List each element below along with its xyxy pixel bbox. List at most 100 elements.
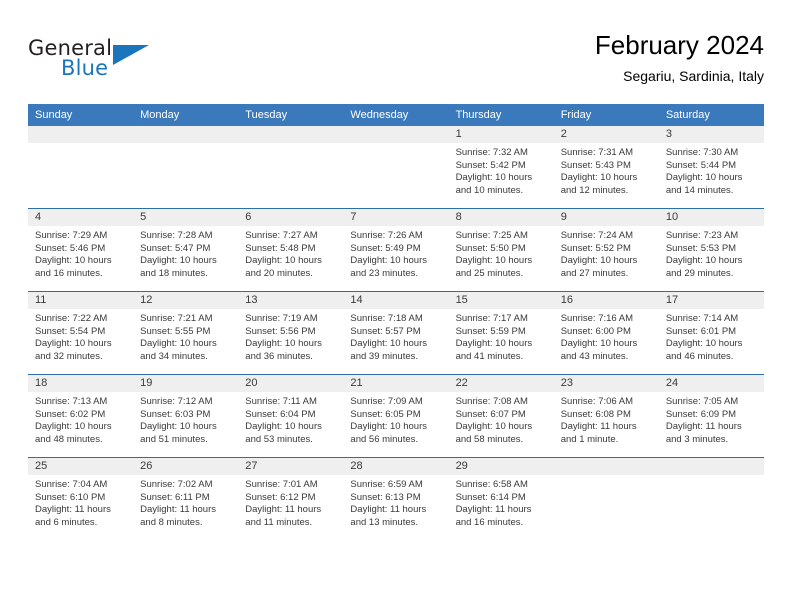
day-details: Sunrise: 6:59 AM Sunset: 6:13 PM Daylight:… xyxy=(343,475,448,529)
calendar-cell-day[interactable]: 3 Sunrise: 7:30 AM Sunset: 5:44 PM Daylight… xyxy=(658,126,764,209)
calendar-cell-day[interactable]: 17 Sunrise: 7:14 AM Sunset: 6:01 PM Dayligh… xyxy=(658,291,764,375)
sunrise-text: Sunrise: 7:30 AM xyxy=(665,147,739,158)
calendar-cell-day[interactable]: 6 Sunrise: 7:27 AM Sunset: 5:48 PM Daylight… xyxy=(238,208,344,292)
day-details: Sunrise: 7:14 AM Sunset: 6:01 PM Daylight:… xyxy=(659,309,764,363)
calendar-week-row: 18 Sunrise: 7:13 AM Sunset: 6:02 PM Dayligh… xyxy=(28,374,764,458)
day-details: Sunrise: 7:23 AM Sunset: 5:53 PM Daylight:… xyxy=(659,226,764,280)
sunrise-text: Sunrise: 7:19 AM xyxy=(245,313,318,324)
calendar-cell-empty xyxy=(553,457,659,540)
sunset-text: Sunset: 5:57 PM xyxy=(350,325,421,337)
day-number: 11 xyxy=(28,292,134,309)
calendar-cell-day[interactable]: 21 Sunrise: 7:09 AM Sunset: 6:05 PM Dayligh… xyxy=(343,374,449,458)
brand-triangle-icon xyxy=(113,45,149,65)
calendar-cell-day[interactable]: 15 Sunrise: 7:17 AM Sunset: 5:59 PM Dayligh… xyxy=(448,291,554,375)
calendar-cell-day[interactable]: 23 Sunrise: 7:06 AM Sunset: 6:08 PM Dayligh… xyxy=(553,374,659,458)
sunset-text: Sunset: 6:08 PM xyxy=(560,408,631,420)
sunrise-text: Sunrise: 7:31 AM xyxy=(560,147,634,158)
day-details: Sunrise: 7:31 AM Sunset: 5:43 PM Daylight:… xyxy=(554,143,659,197)
sunrise-text: Sunrise: 7:05 AM xyxy=(665,396,739,407)
daylight-text: Daylight: 10 hours xyxy=(560,172,638,184)
sunset-text: Sunset: 5:53 PM xyxy=(665,242,737,254)
calendar-cell-day[interactable]: 2 Sunrise: 7:31 AM Sunset: 5:43 PM Daylight… xyxy=(553,126,659,209)
calendar-cell-empty xyxy=(658,457,764,540)
day-details: Sunrise: 7:06 AM Sunset: 6:08 PM Daylight:… xyxy=(554,392,659,446)
calendar-cell-day[interactable]: 16 Sunrise: 7:16 AM Sunset: 6:00 PM Dayligh… xyxy=(553,291,659,375)
day-number: 22 xyxy=(448,375,554,392)
daylight-text-cont: and 14 minutes. xyxy=(665,184,734,196)
calendar-week-row: 11 Sunrise: 7:22 AM Sunset: 5:54 PM Dayligh… xyxy=(28,291,764,375)
daylight-text: Daylight: 10 hours xyxy=(245,255,322,267)
calendar-cell-day[interactable]: 26 Sunrise: 7:02 AM Sunset: 6:11 PM Dayligh… xyxy=(133,457,239,540)
calendar-cell-day[interactable]: 18 Sunrise: 7:13 AM Sunset: 6:02 PM Dayligh… xyxy=(28,374,134,458)
day-details xyxy=(238,143,343,147)
sunset-text: Sunset: 5:42 PM xyxy=(455,159,526,171)
daylight-text-cont: and 10 minutes. xyxy=(455,184,524,196)
sunset-text: Sunset: 6:09 PM xyxy=(665,408,737,420)
calendar-cell-day[interactable]: 1 Sunrise: 7:32 AM Sunset: 5:42 PM Daylight… xyxy=(448,126,554,209)
calendar-cell-day[interactable]: 19 Sunrise: 7:12 AM Sunset: 6:03 PM Dayligh… xyxy=(133,374,239,458)
day-number: 7 xyxy=(343,209,449,226)
day-number: 12 xyxy=(133,292,239,309)
calendar-cell-day[interactable]: 13 Sunrise: 7:19 AM Sunset: 5:56 PM Dayligh… xyxy=(238,291,344,375)
sunset-text: Sunset: 5:48 PM xyxy=(245,242,316,254)
calendar-cell-day[interactable]: 5 Sunrise: 7:28 AM Sunset: 5:47 PM Daylight… xyxy=(133,208,239,292)
day-details: Sunrise: 7:21 AM Sunset: 5:55 PM Daylight:… xyxy=(133,309,238,363)
calendar-cell-empty xyxy=(238,126,344,209)
sunset-text: Sunset: 5:54 PM xyxy=(35,325,106,337)
day-details: Sunrise: 7:01 AM Sunset: 6:12 PM Daylight:… xyxy=(238,475,343,529)
daylight-text-cont: and 58 minutes. xyxy=(455,433,524,445)
daylight-text-cont: and 16 minutes. xyxy=(455,516,524,528)
calendar-cell-day[interactable]: 29 Sunrise: 6:58 AM Sunset: 6:14 PM Dayligh… xyxy=(448,457,554,540)
daylight-text-cont: and 34 minutes. xyxy=(140,350,208,362)
calendar-cell-day[interactable]: 22 Sunrise: 7:08 AM Sunset: 6:07 PM Dayligh… xyxy=(448,374,554,458)
day-number: 8 xyxy=(448,209,554,226)
calendar-cell-day[interactable]: 8 Sunrise: 7:25 AM Sunset: 5:50 PM Daylight… xyxy=(448,208,554,292)
day-number: 29 xyxy=(448,458,554,475)
sunset-text: Sunset: 5:49 PM xyxy=(350,242,421,254)
daylight-text-cont: and 1 minute. xyxy=(560,433,619,445)
day-details: Sunrise: 7:09 AM Sunset: 6:05 PM Daylight:… xyxy=(343,392,448,446)
calendar-cell-day[interactable]: 4 Sunrise: 7:29 AM Sunset: 5:46 PM Daylight… xyxy=(28,208,134,292)
day-number xyxy=(343,126,449,143)
calendar-week-row: 4 Sunrise: 7:29 AM Sunset: 5:46 PM Daylight… xyxy=(28,208,764,292)
sunrise-text: Sunrise: 6:59 AM xyxy=(350,479,423,490)
calendar-cell-empty xyxy=(28,126,134,209)
calendar-cell-day[interactable]: 24 Sunrise: 7:05 AM Sunset: 6:09 PM Dayligh… xyxy=(658,374,764,458)
calendar-cell-day[interactable]: 12 Sunrise: 7:21 AM Sunset: 5:55 PM Dayligh… xyxy=(133,291,239,375)
day-details xyxy=(659,475,764,479)
daylight-text-cont: and 46 minutes. xyxy=(665,350,734,362)
calendar-cell-day[interactable]: 28 Sunrise: 6:59 AM Sunset: 6:13 PM Dayligh… xyxy=(343,457,449,540)
sunset-text: Sunset: 6:03 PM xyxy=(140,408,211,420)
sunset-text: Sunset: 6:11 PM xyxy=(140,491,210,503)
sunrise-text: Sunrise: 7:14 AM xyxy=(665,313,739,324)
calendar-cell-day[interactable]: 14 Sunrise: 7:18 AM Sunset: 5:57 PM Dayligh… xyxy=(343,291,449,375)
daylight-text: Daylight: 11 hours xyxy=(245,504,322,516)
sunrise-text: Sunrise: 7:27 AM xyxy=(245,230,318,241)
daylight-text-cont: and 8 minutes. xyxy=(140,516,203,528)
daylight-text: Daylight: 10 hours xyxy=(245,338,322,350)
calendar-cell-day[interactable]: 25 Sunrise: 7:04 AM Sunset: 6:10 PM Dayligh… xyxy=(28,457,134,540)
daylight-text-cont: and 12 minutes. xyxy=(560,184,629,196)
weekday-header-thursday: Thursday xyxy=(448,104,554,126)
day-details: Sunrise: 7:12 AM Sunset: 6:03 PM Daylight:… xyxy=(133,392,238,446)
day-number: 6 xyxy=(238,209,344,226)
calendar-cell-day[interactable]: 27 Sunrise: 7:01 AM Sunset: 6:12 PM Dayligh… xyxy=(238,457,344,540)
calendar-cell-day[interactable]: 9 Sunrise: 7:24 AM Sunset: 5:52 PM Daylight… xyxy=(553,208,659,292)
brand-logo: General Blue xyxy=(28,36,208,92)
sunset-text: Sunset: 5:47 PM xyxy=(140,242,211,254)
day-details: Sunrise: 7:28 AM Sunset: 5:47 PM Daylight:… xyxy=(133,226,238,280)
weekday-header-tuesday: Tuesday xyxy=(238,104,344,126)
weekday-header-wednesday: Wednesday xyxy=(343,104,449,126)
day-number: 18 xyxy=(28,375,134,392)
daylight-text: Daylight: 10 hours xyxy=(455,338,533,350)
sunrise-text: Sunrise: 7:17 AM xyxy=(455,313,528,324)
calendar-cell-day[interactable]: 11 Sunrise: 7:22 AM Sunset: 5:54 PM Dayligh… xyxy=(28,291,134,375)
daylight-text: Daylight: 10 hours xyxy=(665,172,743,184)
daylight-text: Daylight: 10 hours xyxy=(140,421,217,433)
day-number: 10 xyxy=(658,209,764,226)
daylight-text-cont: and 53 minutes. xyxy=(245,433,313,445)
calendar-cell-day[interactable]: 7 Sunrise: 7:26 AM Sunset: 5:49 PM Daylight… xyxy=(343,208,449,292)
sunset-text: Sunset: 5:56 PM xyxy=(245,325,316,337)
calendar-cell-day[interactable]: 10 Sunrise: 7:23 AM Sunset: 5:53 PM Dayligh… xyxy=(658,208,764,292)
calendar-cell-day[interactable]: 20 Sunrise: 7:11 AM Sunset: 6:04 PM Dayligh… xyxy=(238,374,344,458)
